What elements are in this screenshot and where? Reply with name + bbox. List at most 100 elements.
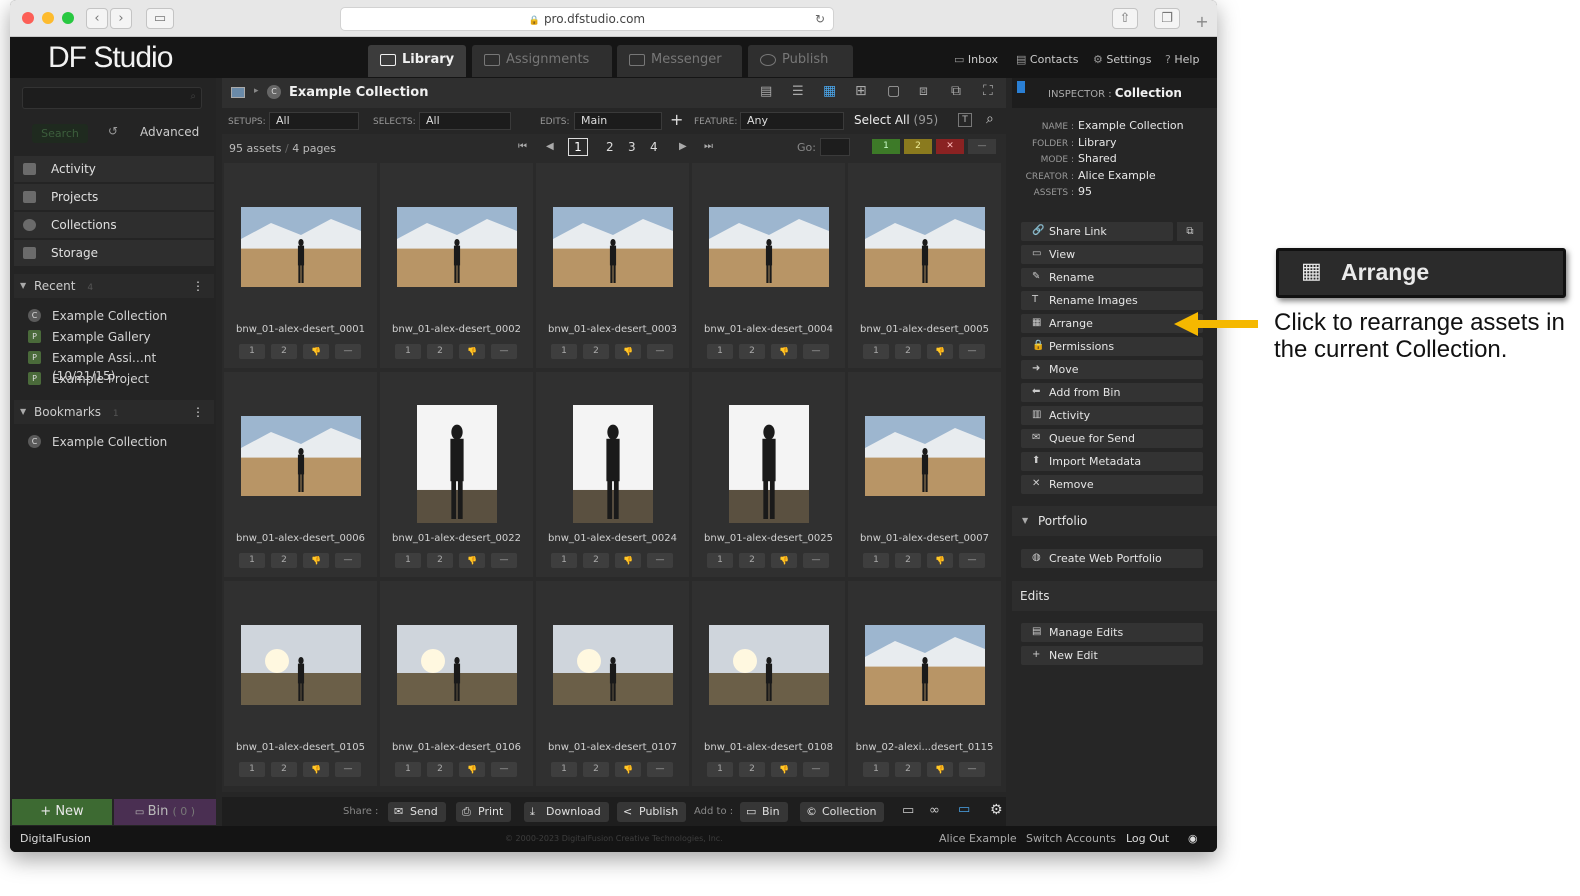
rating-2-button[interactable]: 2 bbox=[739, 762, 765, 777]
create-web-portfolio-button[interactable]: ◍ Create Web Portfolio bbox=[1021, 549, 1203, 568]
thumbs-down-icon[interactable]: 👎 bbox=[771, 762, 797, 777]
page-3[interactable]: 3 bbox=[628, 140, 636, 154]
contacts-link[interactable]: ▤ Contacts bbox=[1016, 53, 1078, 66]
compare-view-icon[interactable]: ⧈ bbox=[919, 83, 928, 99]
clear-rating-button[interactable]: — bbox=[335, 553, 361, 568]
help-link[interactable]: ? Help bbox=[1165, 53, 1199, 66]
reload-icon[interactable]: ↻ bbox=[815, 8, 825, 30]
publish-button[interactable]: < Publish bbox=[617, 802, 687, 822]
bookmarks-section-header[interactable]: ▼ Bookmarks 1 ⋮ bbox=[14, 400, 214, 424]
rating-2-button[interactable]: 2 bbox=[427, 553, 453, 568]
setups-select[interactable]: All bbox=[269, 112, 359, 130]
tab-library[interactable]: Library bbox=[368, 45, 466, 77]
bin-button[interactable]: ▭ Bin ( 0 ) bbox=[114, 799, 216, 825]
page-2[interactable]: 2 bbox=[606, 140, 614, 154]
list-view-icon[interactable]: ▤ bbox=[760, 84, 772, 99]
single-view-icon[interactable]: ▢ bbox=[887, 83, 900, 99]
rating-2-button[interactable]: 2 bbox=[739, 344, 765, 359]
thumbs-down-icon[interactable]: 👎 bbox=[303, 344, 329, 359]
large-grid-view-icon[interactable]: ⊞ bbox=[855, 83, 867, 99]
rating-1-button[interactable]: 1 bbox=[239, 553, 265, 568]
rating-2-button[interactable]: 2 bbox=[583, 553, 609, 568]
clear-rating-button[interactable]: — bbox=[335, 344, 361, 359]
asset-thumbnail-cell[interactable]: bnw_01-alex-desert_0105 1 2 👎 — bbox=[224, 581, 377, 786]
manage-edits-button[interactable]: ▤ Manage Edits bbox=[1021, 623, 1203, 642]
selects-select[interactable]: All bbox=[419, 112, 511, 130]
rating-1-button[interactable]: 1 bbox=[551, 762, 577, 777]
add-to-collection-button[interactable]: © Collection bbox=[800, 802, 885, 822]
send-button[interactable]: ✉ Send bbox=[388, 802, 446, 822]
more-menu-icon[interactable]: ⋮ bbox=[192, 400, 204, 424]
clear-rating-button[interactable]: — bbox=[647, 553, 673, 568]
download-button[interactable]: ⤓ Download bbox=[524, 802, 609, 822]
fullscreen-icon[interactable]: ⛶ bbox=[983, 83, 993, 99]
asset-thumbnail-cell[interactable]: bnw_02-alexi...desert_0115 1 2 👎 — bbox=[848, 581, 1001, 786]
asset-thumbnail-image[interactable] bbox=[553, 207, 673, 287]
page-4[interactable]: 4 bbox=[650, 140, 658, 154]
clear-rating-button[interactable]: — bbox=[647, 762, 673, 777]
action-add-from-bin-button[interactable]: ⬅ Add from Bin bbox=[1021, 383, 1203, 402]
add-edit-icon[interactable]: + bbox=[670, 110, 683, 129]
tab-messenger[interactable]: Messenger bbox=[617, 45, 742, 77]
forward-button[interactable]: › bbox=[110, 8, 132, 29]
asset-thumbnail-cell[interactable]: bnw_01-alex-desert_0025 1 2 👎 — bbox=[692, 372, 845, 577]
clear-rating-button[interactable]: — bbox=[491, 553, 517, 568]
thumbs-down-icon[interactable]: 👎 bbox=[303, 762, 329, 777]
sidebar-item-activity[interactable]: Activity bbox=[14, 156, 214, 182]
rating-1-button[interactable]: 1 bbox=[707, 762, 733, 777]
rating-filter-reject[interactable]: ✕ bbox=[936, 139, 964, 154]
add-to-bin-button[interactable]: ▭ Bin bbox=[740, 802, 788, 822]
minimize-window-button[interactable] bbox=[42, 12, 54, 24]
asset-thumbnail-cell[interactable]: bnw_01-alex-desert_0002 1 2 👎 — bbox=[380, 163, 533, 368]
copy-link-icon[interactable]: ⧉ bbox=[1177, 222, 1203, 241]
rating-1-button[interactable]: 1 bbox=[551, 344, 577, 359]
recent-item[interactable]: P Example Gallery bbox=[28, 328, 151, 346]
asset-thumbnail-image[interactable] bbox=[573, 405, 653, 523]
tab-publish[interactable]: Publish bbox=[748, 45, 853, 77]
rating-filter-2[interactable]: 2 bbox=[904, 139, 932, 154]
search-input[interactable]: ⌕ bbox=[22, 87, 202, 109]
rating-2-button[interactable]: 2 bbox=[583, 762, 609, 777]
sidebar-item-storage[interactable]: Storage bbox=[14, 240, 214, 266]
asset-thumbnail-image[interactable] bbox=[729, 405, 809, 523]
go-input[interactable] bbox=[820, 138, 850, 156]
clear-rating-button[interactable]: — bbox=[803, 344, 829, 359]
thumbs-down-icon[interactable]: 👎 bbox=[927, 344, 953, 359]
rating-2-button[interactable]: 2 bbox=[895, 762, 921, 777]
sidebar-item-projects[interactable]: Projects bbox=[14, 184, 214, 210]
last-page-icon[interactable]: ⏭ bbox=[704, 141, 713, 152]
back-button[interactable]: ‹ bbox=[86, 8, 108, 29]
thumbs-down-icon[interactable]: 👎 bbox=[771, 553, 797, 568]
rating-filter-1[interactable]: 1 bbox=[872, 139, 900, 154]
rating-1-button[interactable]: 1 bbox=[239, 344, 265, 359]
clear-rating-button[interactable]: — bbox=[647, 344, 673, 359]
rating-filter-none[interactable]: — bbox=[968, 139, 996, 154]
thumbs-down-icon[interactable]: 👎 bbox=[615, 553, 641, 568]
thumbs-down-icon[interactable]: 👎 bbox=[615, 762, 641, 777]
rating-2-button[interactable]: 2 bbox=[271, 344, 297, 359]
portfolio-section-header[interactable]: ▼ Portfolio bbox=[1012, 506, 1217, 536]
eye-icon[interactable]: ◉ bbox=[1188, 826, 1198, 852]
advanced-search-link[interactable]: Advanced bbox=[140, 125, 199, 139]
rating-2-button[interactable]: 2 bbox=[739, 553, 765, 568]
rating-2-button[interactable]: 2 bbox=[271, 762, 297, 777]
more-menu-icon[interactable]: ⋮ bbox=[192, 274, 204, 298]
recent-section-header[interactable]: ▼ Recent 4 ⋮ bbox=[14, 274, 214, 298]
asset-thumbnail-image[interactable] bbox=[397, 207, 517, 287]
action-permissions-button[interactable]: 🔒 Permissions bbox=[1021, 337, 1203, 356]
thumbs-down-icon[interactable]: 👎 bbox=[771, 344, 797, 359]
asset-thumbnail-cell[interactable]: bnw_01-alex-desert_0001 1 2 👎 — bbox=[224, 163, 377, 368]
clear-rating-button[interactable]: — bbox=[803, 553, 829, 568]
tabs-overview-button[interactable]: ❐ bbox=[1154, 8, 1180, 29]
asset-thumbnail-cell[interactable]: bnw_01-alex-desert_0107 1 2 👎 — bbox=[536, 581, 689, 786]
clear-rating-button[interactable]: — bbox=[803, 762, 829, 777]
asset-thumbnail-cell[interactable]: bnw_01-alex-desert_0005 1 2 👎 — bbox=[848, 163, 1001, 368]
bookmark-icon[interactable] bbox=[1017, 81, 1025, 93]
rating-1-button[interactable]: 1 bbox=[707, 553, 733, 568]
rating-2-button[interactable]: 2 bbox=[583, 344, 609, 359]
asset-thumbnail-image[interactable] bbox=[417, 405, 497, 523]
clear-rating-button[interactable]: — bbox=[335, 762, 361, 777]
feature-select[interactable]: Any bbox=[740, 112, 844, 130]
asset-thumbnail-image[interactable] bbox=[865, 416, 985, 496]
rating-1-button[interactable]: 1 bbox=[863, 762, 889, 777]
